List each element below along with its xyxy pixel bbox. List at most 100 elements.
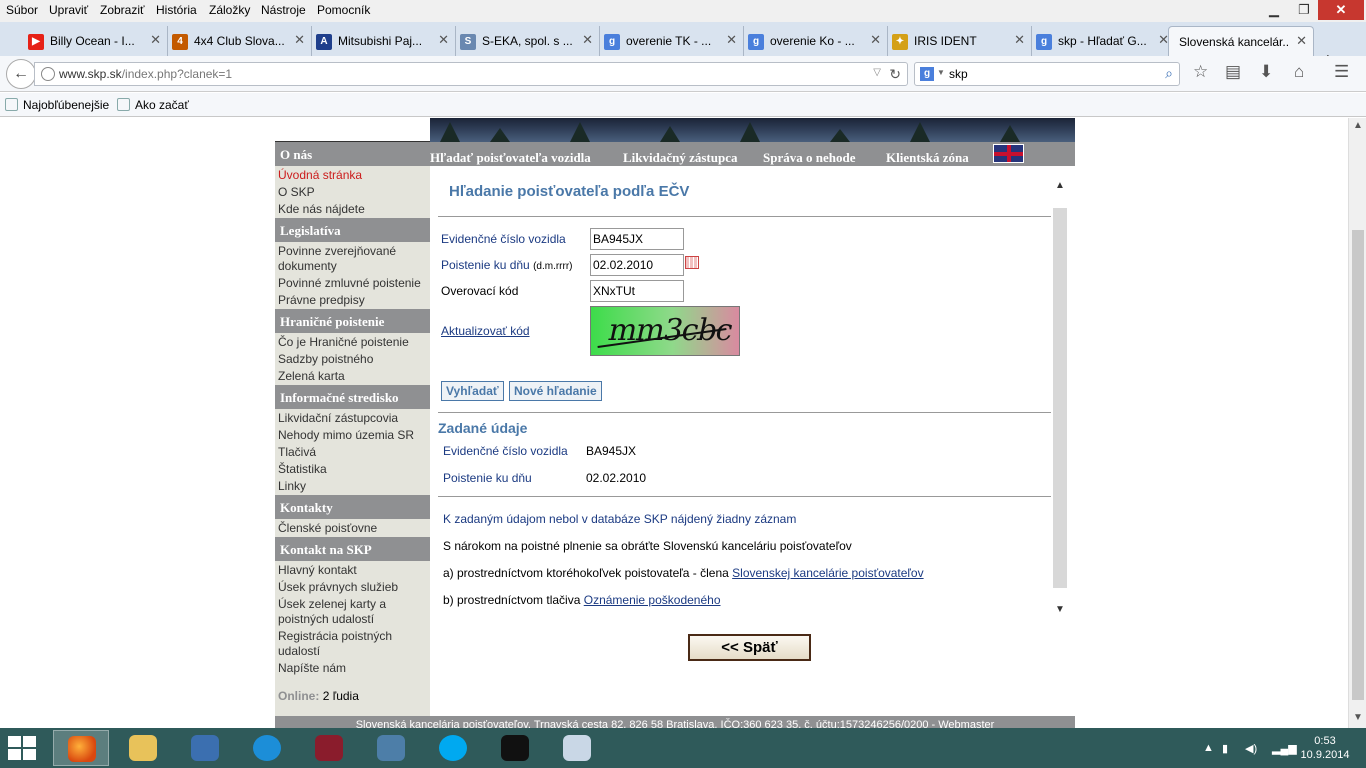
sidebar-item[interactable]: Čo je Hraničné poistenie	[278, 335, 428, 350]
search-input[interactable]: skp	[949, 67, 968, 81]
bookmark-getting-started[interactable]: Ako začať	[117, 98, 189, 112]
clock[interactable]: 0:53 10.9.2014	[1296, 734, 1354, 762]
nav-accident-report[interactable]: Správa o nehode	[763, 150, 855, 166]
sidebar-item[interactable]: Právne predpisy	[278, 293, 428, 308]
minimize-icon[interactable]: ▁	[1262, 0, 1286, 20]
scroll-down-icon[interactable]: ▼	[1055, 604, 1065, 615]
refresh-code-link[interactable]: Aktualizovať kód	[441, 324, 530, 338]
new-search-button[interactable]: Nové hľadanie	[509, 381, 602, 401]
sidebar-item[interactable]: Linky	[278, 479, 428, 494]
tab-close-icon[interactable]: ✕	[870, 32, 881, 48]
browser-tab[interactable]: g overenie TK - ... ✕	[596, 26, 744, 56]
browser-tab-active[interactable]: Slovenská kancelár... ✕	[1168, 26, 1314, 56]
star-icon[interactable]: ☆	[1193, 62, 1208, 82]
taskbar-remote[interactable]	[363, 730, 419, 766]
back-arrow-icon[interactable]: ←	[6, 59, 36, 89]
windows-start-icon[interactable]	[8, 736, 38, 760]
scroll-track[interactable]	[1053, 208, 1067, 588]
code-input[interactable]: XNxTUt	[590, 280, 684, 302]
browser-tab[interactable]: A Mitsubishi Paj... ✕	[308, 26, 456, 56]
volume-icon[interactable]: ◀)	[1245, 742, 1257, 755]
tab-close-icon[interactable]: ✕	[1014, 32, 1025, 48]
nav-find-insurer[interactable]: Hľadať poisťovateľa vozidla	[430, 150, 591, 166]
restore-icon[interactable]: ❐	[1292, 0, 1316, 20]
show-hidden-icons[interactable]: ▲	[1203, 742, 1214, 754]
tab-close-icon[interactable]: ✕	[438, 32, 449, 48]
download-icon[interactable]: ⬇	[1259, 62, 1273, 82]
taskbar-blackberry[interactable]	[487, 730, 543, 766]
taskbar-paint[interactable]	[549, 730, 605, 766]
network-icon[interactable]: ▂▄▆	[1272, 742, 1297, 755]
scroll-up-icon[interactable]: ▲	[1353, 120, 1363, 131]
sidebar-item[interactable]: Nehody mimo územia SR	[278, 428, 428, 443]
battery-icon[interactable]: ▮	[1222, 742, 1228, 755]
back-button[interactable]: << Späť	[688, 634, 811, 661]
taskbar-firefox[interactable]	[53, 730, 109, 766]
plate-input[interactable]: BA945JX	[590, 228, 684, 250]
sidebar-item[interactable]: Sadzby poistného	[278, 352, 428, 367]
sidebar-item[interactable]: Registrácia poistných udalostí	[278, 629, 428, 659]
inner-scrollbar[interactable]: ▲ ▼	[1052, 180, 1068, 620]
menu-bookmarks[interactable]: Záložky	[209, 3, 250, 17]
sidebar-item[interactable]: Napíšte nám	[278, 661, 428, 676]
menu-help[interactable]: Pomocník	[317, 3, 370, 17]
menu-view[interactable]: Zobraziť	[100, 3, 145, 17]
reading-list-icon[interactable]: ▤	[1225, 62, 1241, 82]
sidebar-item[interactable]: Úsek právnych služieb	[278, 580, 428, 595]
sidebar-item[interactable]: Úsek zelenej karty a poistných udalostí	[278, 597, 428, 627]
skp-link[interactable]: Slovenskej kancelárie poisťovateľov	[732, 566, 923, 580]
browser-tab[interactable]: ✦ IRIS IDENT ✕	[884, 26, 1032, 56]
menu-file[interactable]: Súbor	[6, 3, 38, 17]
nav-claims-representative[interactable]: Likvidačný zástupca	[623, 150, 738, 166]
sidebar-item[interactable]: Hlavný kontakt	[278, 563, 428, 578]
home-icon[interactable]: ⌂	[1294, 62, 1304, 82]
menu-edit[interactable]: Upraviť	[49, 3, 88, 17]
taskbar-ie[interactable]	[239, 730, 295, 766]
search-icon[interactable]: ⌕	[1165, 65, 1173, 82]
page-scrollbar[interactable]: ▲ ▼	[1348, 118, 1366, 728]
sidebar-item[interactable]: Štatistika	[278, 462, 428, 477]
search-bar[interactable]: g ▼ skp ⌕	[914, 62, 1180, 86]
scroll-up-icon[interactable]: ▲	[1055, 180, 1065, 191]
reload-icon[interactable]: ↻	[889, 66, 901, 83]
sidebar-item[interactable]: Likvidační zástupcovia	[278, 411, 428, 426]
menu-icon[interactable]: ☰	[1334, 62, 1349, 82]
sidebar-item[interactable]: Tlačivá	[278, 445, 428, 460]
url-bar[interactable]: www.skp.sk/index.php?clanek=1 ▽ ↻	[34, 62, 908, 86]
browser-tab[interactable]: S S-EKA, spol. s ... ✕	[452, 26, 600, 56]
sidebar-item[interactable]: Zelená karta	[278, 369, 428, 384]
chevron-down-icon[interactable]: ▼	[937, 68, 945, 77]
dropdown-icon[interactable]: ▽	[873, 67, 881, 78]
browser-tab[interactable]: g overenie Ko - ... ✕	[740, 26, 888, 56]
scroll-thumb[interactable]	[1352, 230, 1364, 700]
sidebar-item[interactable]: O SKP	[278, 185, 428, 200]
sidebar-item[interactable]: Povinné zmluvné poistenie	[278, 276, 428, 291]
english-flag-icon[interactable]	[993, 144, 1024, 163]
sidebar-item[interactable]: Povinne zverejňované dokumenty	[278, 244, 428, 274]
browser-tab[interactable]: 4 4x4 Club Slova... ✕	[164, 26, 312, 56]
taskbar-app[interactable]	[177, 730, 233, 766]
menu-history[interactable]: História	[156, 3, 197, 17]
tab-close-icon[interactable]: ✕	[150, 32, 161, 48]
tab-close-icon[interactable]: ✕	[726, 32, 737, 48]
tab-close-icon[interactable]: ✕	[294, 32, 305, 48]
tab-close-icon[interactable]: ✕	[1296, 33, 1307, 49]
taskbar-media[interactable]	[301, 730, 357, 766]
date-input[interactable]: 02.02.2010	[590, 254, 684, 276]
close-window-icon[interactable]: ✕	[1318, 0, 1364, 20]
injured-party-form-link[interactable]: Oznámenie poškodeného	[584, 593, 721, 607]
sidebar-item[interactable]: Členské poisťovne	[278, 521, 428, 536]
bookmark-most-visited[interactable]: Najobľúbenejšie	[5, 98, 109, 112]
browser-tab[interactable]: g skp - Hľadať G... ✕	[1028, 26, 1176, 56]
google-icon[interactable]: g	[920, 67, 934, 81]
calendar-icon[interactable]	[685, 256, 699, 269]
sidebar-item[interactable]: Kde nás nájdete	[278, 202, 428, 217]
taskbar-explorer[interactable]	[115, 730, 171, 766]
search-button[interactable]: Vyhľadať	[441, 381, 504, 401]
tab-close-icon[interactable]: ✕	[582, 32, 593, 48]
scroll-down-icon[interactable]: ▼	[1353, 712, 1363, 723]
taskbar-skype[interactable]	[425, 730, 481, 766]
browser-tab[interactable]: ▶ Billy Ocean - I... ✕	[20, 26, 168, 56]
nav-client-zone[interactable]: Klientská zóna	[886, 150, 969, 166]
sidebar-item[interactable]: Úvodná stránka	[278, 168, 428, 183]
